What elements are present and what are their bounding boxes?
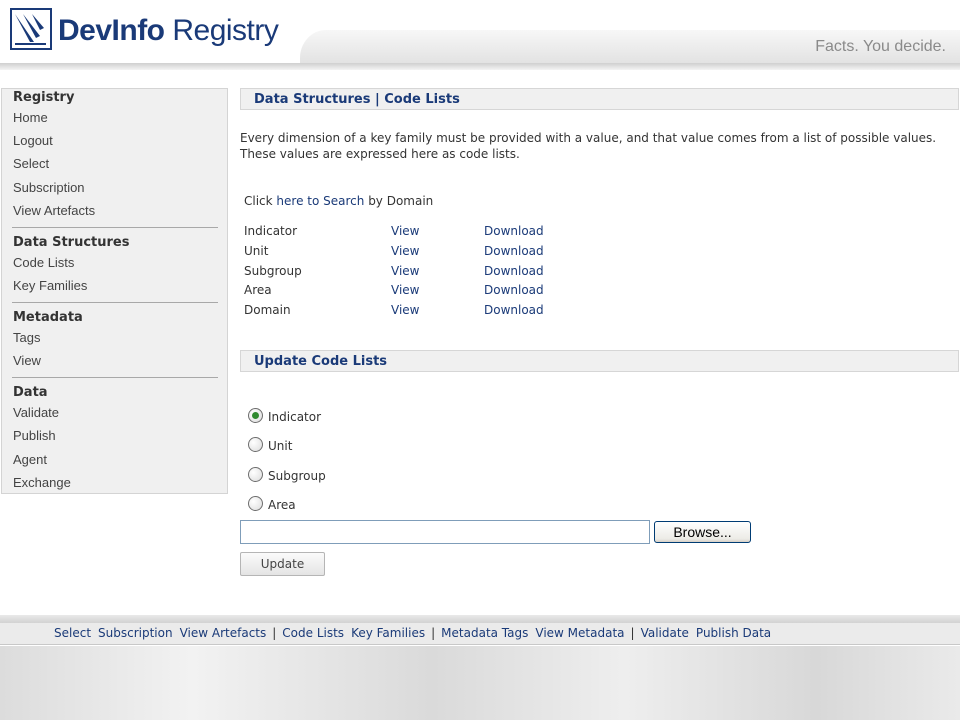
- download-link[interactable]: Download: [484, 283, 544, 297]
- sidebar-item-tags[interactable]: Tags: [13, 330, 40, 345]
- sidebar-item-code-lists[interactable]: Code Lists: [13, 255, 74, 270]
- update-button[interactable]: Update: [240, 552, 325, 576]
- sidebar-divider: [12, 302, 218, 303]
- section-title: Data Structures | Code Lists: [254, 92, 460, 107]
- page-header: DevInfo Registry Facts. You decide.: [0, 0, 960, 72]
- file-path-input[interactable]: [240, 520, 650, 544]
- download-link[interactable]: Download: [484, 264, 544, 278]
- sidebar-heading-metadata: Metadata: [13, 310, 83, 325]
- sidebar-item-exchange[interactable]: Exchange: [13, 475, 71, 490]
- footer-divider: [0, 615, 960, 623]
- footer-separator: |: [630, 626, 635, 640]
- view-link[interactable]: View: [391, 283, 419, 297]
- view-link[interactable]: View: [391, 224, 419, 238]
- view-link[interactable]: View: [391, 264, 419, 278]
- footer-link-validate[interactable]: Validate: [641, 626, 689, 640]
- footer-link-select[interactable]: Select: [54, 626, 91, 640]
- view-link[interactable]: View: [391, 303, 419, 317]
- radio-label: Unit: [268, 439, 293, 453]
- footer-link-publish-data[interactable]: Publish Data: [696, 626, 771, 640]
- radio-button[interactable]: [248, 496, 263, 511]
- view-link[interactable]: View: [391, 244, 419, 258]
- footer-nav: Select Subscription View Artefacts | Code Li…: [0, 623, 960, 645]
- sidebar-divider: [12, 227, 218, 228]
- code-list-name: Area: [244, 283, 272, 297]
- footer-link-view-artefacts[interactable]: View Artefacts: [180, 626, 267, 640]
- browse-button[interactable]: Browse...: [654, 521, 751, 543]
- code-list-name: Subgroup: [244, 264, 302, 278]
- section-header-update: Update Code Lists: [240, 350, 959, 372]
- radio-label: Indicator: [268, 410, 322, 424]
- sidebar-item-view-artefacts[interactable]: View Artefacts: [13, 203, 95, 218]
- sidebar: Registry Home Logout Select Subscription…: [1, 88, 228, 494]
- sidebar-divider: [12, 377, 218, 378]
- radio-label: Area: [268, 498, 296, 512]
- app-title: DevInfo Registry: [58, 14, 279, 47]
- sidebar-item-validate[interactable]: Validate: [13, 405, 59, 420]
- description-text: Every dimension of a key family must be …: [240, 131, 937, 161]
- search-link[interactable]: here to Search: [276, 194, 364, 208]
- download-link[interactable]: Download: [484, 244, 544, 258]
- code-list-name: Unit: [244, 244, 269, 258]
- footer-link-code-lists[interactable]: Code Lists: [282, 626, 344, 640]
- sidebar-heading-registry: Registry: [13, 90, 75, 105]
- footer-banner: [0, 646, 960, 720]
- radio-button[interactable]: [248, 437, 263, 452]
- sidebar-item-home[interactable]: Home: [13, 110, 48, 125]
- sidebar-item-agent[interactable]: Agent: [13, 452, 47, 467]
- code-list-row: Area View Download: [244, 283, 574, 301]
- sidebar-item-select[interactable]: Select: [13, 156, 49, 171]
- download-link[interactable]: Download: [484, 224, 544, 238]
- sidebar-item-publish[interactable]: Publish: [13, 428, 56, 443]
- footer-separator: |: [272, 626, 277, 640]
- sidebar-heading-data-structures: Data Structures: [13, 235, 130, 250]
- footer-separator: |: [431, 626, 436, 640]
- search-prefix: Click: [244, 194, 277, 208]
- code-list-name: Indicator: [244, 224, 298, 238]
- footer-link-subscription[interactable]: Subscription: [98, 626, 173, 640]
- code-list-row: Indicator View Download: [244, 224, 574, 242]
- tagline: Facts. You decide.: [815, 38, 946, 55]
- code-list-row: Domain View Download: [244, 303, 574, 321]
- radio-label: Subgroup: [268, 469, 326, 483]
- sidebar-item-key-families[interactable]: Key Families: [13, 278, 87, 293]
- header-divider: [0, 63, 960, 70]
- section-title: Update Code Lists: [254, 354, 388, 369]
- code-list-row: Unit View Download: [244, 244, 574, 262]
- footer-link-key-families[interactable]: Key Families: [351, 626, 425, 640]
- search-line: Click here to Search by Domain: [244, 194, 433, 208]
- radio-button[interactable]: [248, 467, 263, 482]
- footer-link-metadata-tags[interactable]: Metadata Tags: [441, 626, 528, 640]
- sidebar-item-subscription[interactable]: Subscription: [13, 180, 85, 195]
- devinfo-logo-icon[interactable]: [10, 8, 52, 50]
- section-header-code-lists: Data Structures | Code Lists: [240, 88, 959, 110]
- sidebar-item-view[interactable]: View: [13, 353, 41, 368]
- download-link[interactable]: Download: [484, 303, 544, 317]
- sidebar-item-logout[interactable]: Logout: [13, 133, 53, 148]
- code-list-row: Subgroup View Download: [244, 264, 574, 282]
- footer-link-view-metadata[interactable]: View Metadata: [535, 626, 624, 640]
- code-list-name: Domain: [244, 303, 291, 317]
- search-suffix: by Domain: [364, 194, 434, 208]
- radio-button[interactable]: [248, 408, 263, 423]
- sidebar-heading-data: Data: [13, 385, 48, 400]
